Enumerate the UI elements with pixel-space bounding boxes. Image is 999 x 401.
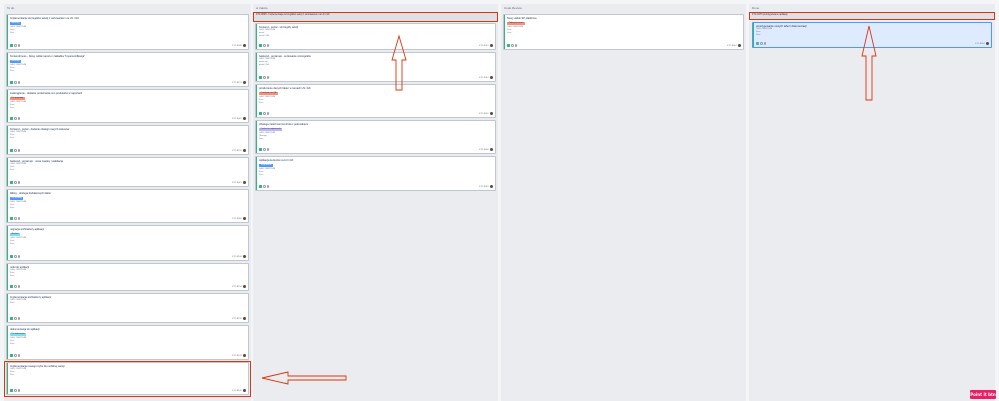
- feedback-button[interactable]: Point it btn: [970, 390, 996, 399]
- arrow-shape-up-done: [861, 25, 877, 101]
- annotation-arrow-left: [261, 25, 877, 385]
- arrow-shape-left: [261, 371, 347, 385]
- arrow-shape-up-wip: [391, 34, 407, 91]
